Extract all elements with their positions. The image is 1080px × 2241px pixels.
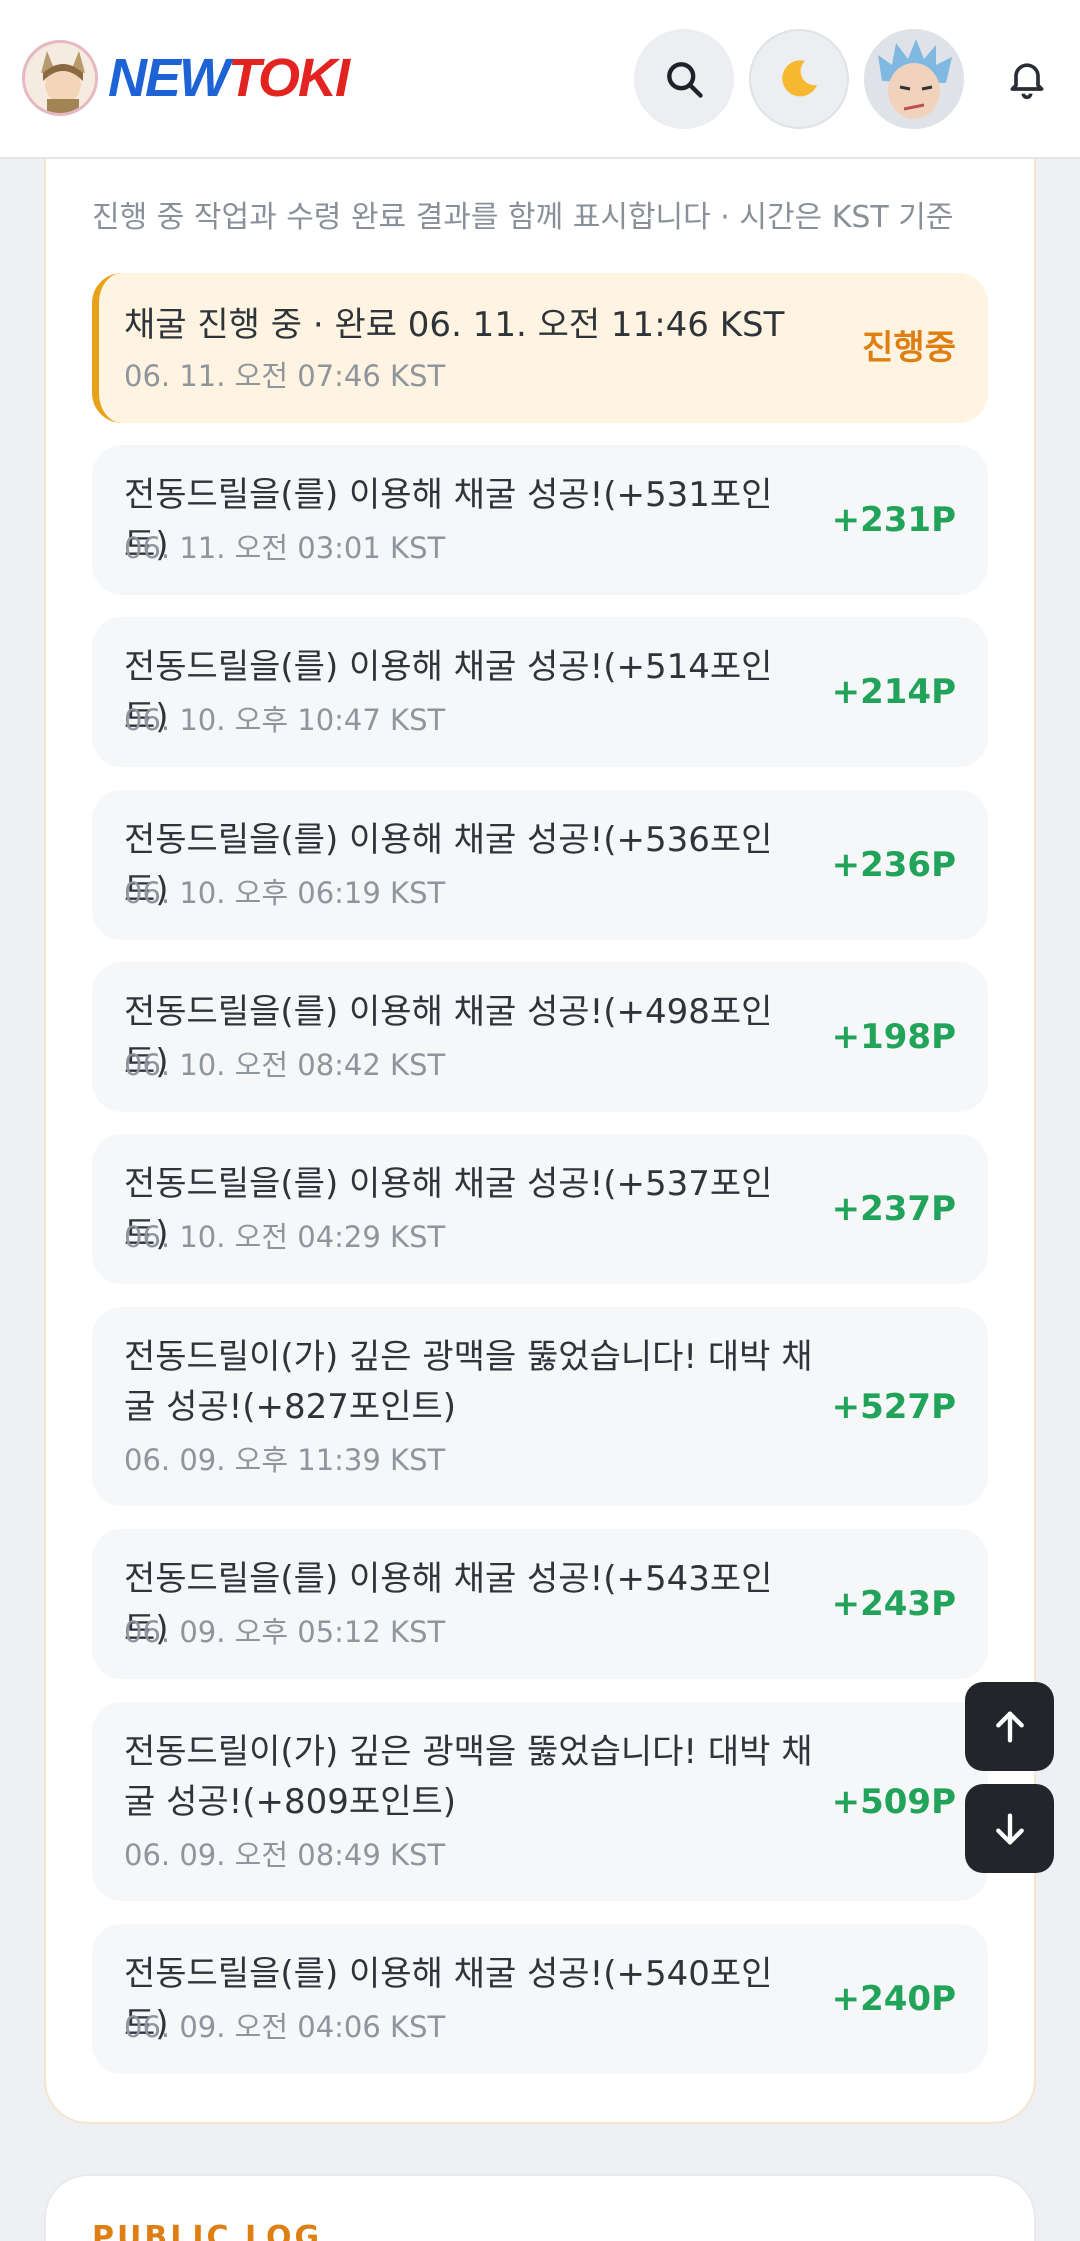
history-item: 전동드릴을(를) 이용해 채굴 성공!(+498포인트) 06. 10. 오전 … xyxy=(92,962,988,1112)
logo-part-new: NEW xyxy=(108,48,230,108)
top-bar: NEWTOKI xyxy=(0,0,1080,159)
scroll-to-bottom-button[interactable] xyxy=(965,1784,1054,1873)
history-item-time: 06. 11. 오전 03:01 KST xyxy=(124,531,446,565)
bell-icon xyxy=(1010,63,1044,100)
history-item-points: +231P xyxy=(831,500,956,540)
history-item-title: 전동드릴이(가) 깊은 광맥을 뚫었습니다! 대박 채굴 성공!(+809포인트… xyxy=(124,1732,813,1822)
history-item-points: +198P xyxy=(831,1017,956,1057)
history-item: 전동드릴이(가) 깊은 광맥을 뚫었습니다! 대박 채굴 성공!(+809포인트… xyxy=(92,1702,988,1901)
history-item: 전동드릴을(를) 이용해 채굴 성공!(+536포인트) 06. 10. 오후 … xyxy=(92,790,988,940)
history-item-points: +214P xyxy=(831,672,956,712)
history-item-time: 06. 11. 오전 07:46 KST xyxy=(124,359,446,393)
logo-avatar[interactable] xyxy=(22,40,98,116)
history-item-points: +243P xyxy=(831,1584,956,1624)
history-item-points: +240P xyxy=(831,1979,956,2019)
arrow-up-icon xyxy=(995,1711,1024,1742)
history-item: 전동드릴을(를) 이용해 채굴 성공!(+531포인트) 06. 11. 오전 … xyxy=(92,445,988,595)
history-subtitle: 진행 중 작업과 수령 완료 결과를 함께 표시합니다 · 시간은 KST 기준 xyxy=(92,200,954,235)
scroll-to-top-button[interactable] xyxy=(965,1682,1054,1771)
history-item: 전동드릴을(를) 이용해 채굴 성공!(+537포인트) 06. 10. 오전 … xyxy=(92,1134,988,1284)
history-item-time: 06. 10. 오전 04:29 KST xyxy=(124,1220,446,1254)
logo-part-toki: TOKI xyxy=(227,48,350,108)
history-item-time: 06. 09. 오후 11:39 KST xyxy=(124,1443,446,1477)
search-button[interactable] xyxy=(634,29,734,129)
history-item-points: +527P xyxy=(831,1387,956,1427)
history-item-time: 06. 09. 오전 04:06 KST xyxy=(124,2010,446,2044)
history-item: 전동드릴을(를) 이용해 채굴 성공!(+514포인트) 06. 10. 오후 … xyxy=(92,617,988,767)
history-item-points: +509P xyxy=(831,1782,956,1822)
dark-mode-toggle[interactable] xyxy=(749,29,849,129)
history-item-time: 06. 10. 오전 08:42 KST xyxy=(124,1048,446,1082)
history-item: 전동드릴을(를) 이용해 채굴 성공!(+543포인트) 06. 09. 오후 … xyxy=(92,1529,988,1679)
history-item-time: 06. 09. 오후 05:12 KST xyxy=(124,1615,446,1649)
profile-avatar[interactable] xyxy=(864,29,964,129)
site-logo[interactable]: NEWTOKI xyxy=(108,48,350,108)
moon-icon xyxy=(782,60,817,97)
search-icon xyxy=(667,62,703,98)
history-item-time: 06. 10. 오후 06:19 KST xyxy=(124,876,446,910)
status-badge: 진행중 xyxy=(862,328,956,368)
history-item: 전동드릴을(를) 이용해 채굴 성공!(+540포인트) 06. 09. 오전 … xyxy=(92,1924,988,2074)
history-item-time: 06. 09. 오전 08:49 KST xyxy=(124,1838,446,1872)
history-item-title: 채굴 진행 중 · 완료 06. 11. 오전 11:46 KST xyxy=(124,305,785,345)
history-item-points: +237P xyxy=(831,1189,956,1229)
notification-button[interactable] xyxy=(999,50,1055,106)
history-item-in-progress: 채굴 진행 중 · 완료 06. 11. 오전 11:46 KST 06. 11… xyxy=(92,273,988,423)
history-item: 전동드릴이(가) 깊은 광맥을 뚫었습니다! 대박 채굴 성공!(+827포인트… xyxy=(92,1307,988,1506)
history-item-title: 전동드릴이(가) 깊은 광맥을 뚫었습니다! 대박 채굴 성공!(+827포인트… xyxy=(124,1337,813,1427)
history-item-points: +236P xyxy=(831,845,956,885)
arrow-down-icon xyxy=(995,1813,1024,1844)
history-item-time: 06. 10. 오후 10:47 KST xyxy=(124,703,446,737)
public-log-title: PUBLIC LOG xyxy=(92,2220,323,2241)
